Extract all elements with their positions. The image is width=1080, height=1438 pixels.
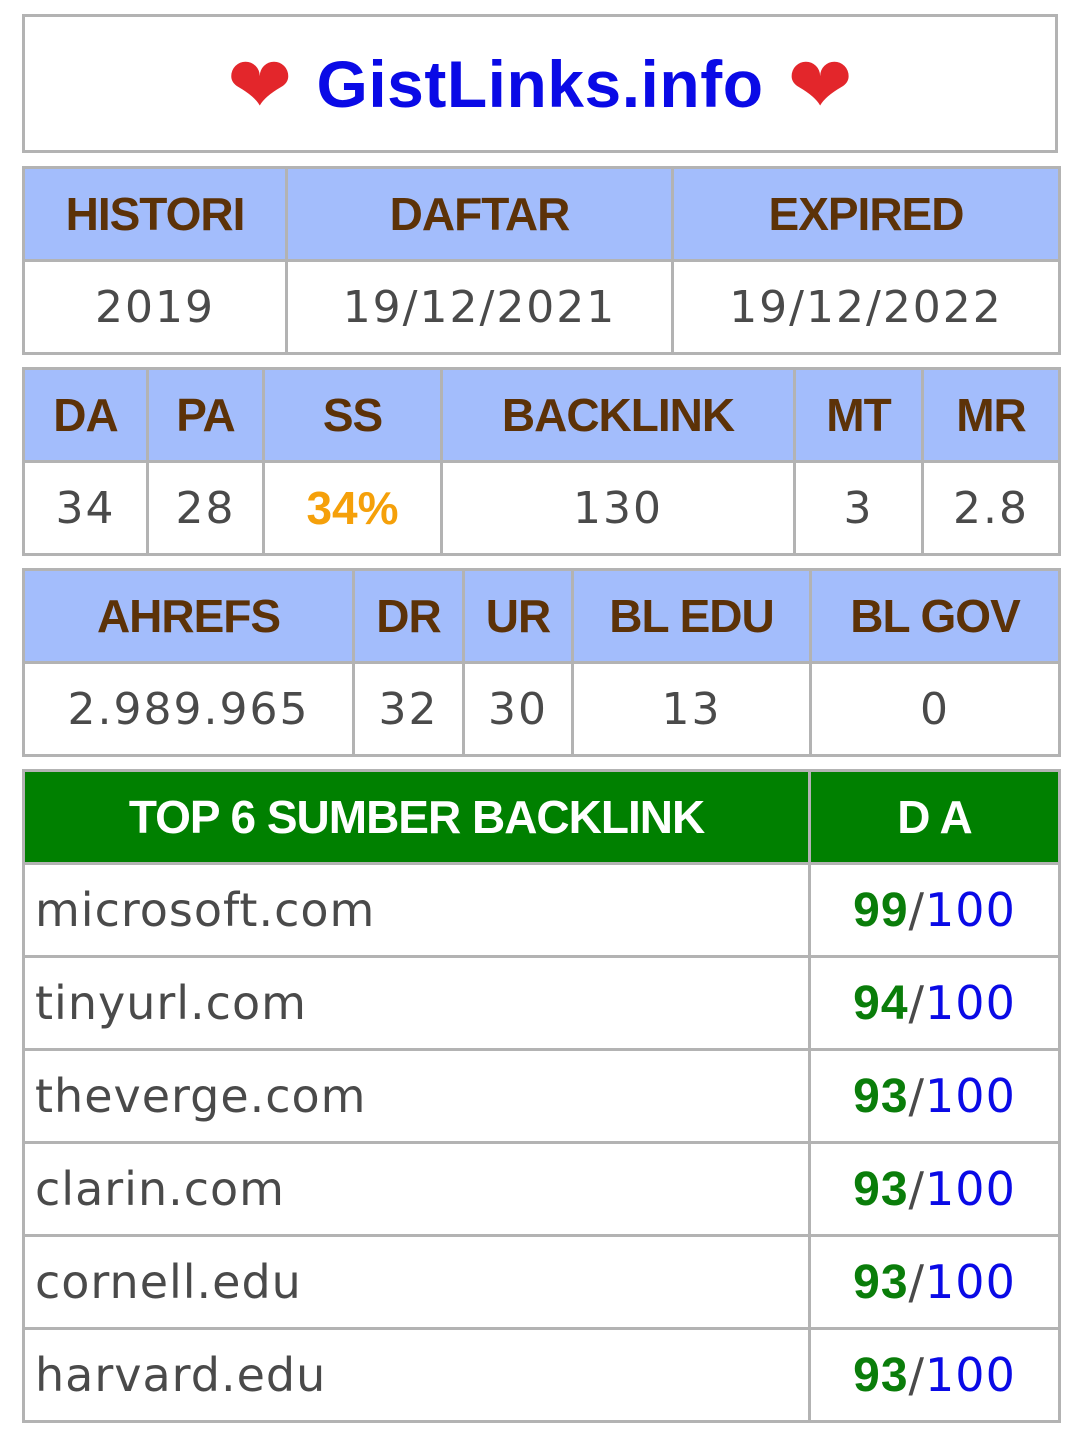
value-ahrefs: 2.989.965: [22, 661, 355, 757]
value-mt: 3: [793, 460, 924, 556]
score-separator: /: [908, 882, 926, 937]
value-histori: 2019: [22, 259, 288, 355]
table-header-row: HISTORI DAFTAR EXPIRED: [22, 166, 1061, 262]
value-bl-gov: 0: [809, 661, 1061, 757]
domain-dates-table: HISTORI DAFTAR EXPIRED 2019 19/12/2021 1…: [22, 166, 1061, 355]
score-separator: /: [908, 1254, 926, 1309]
header-bl-gov: BL GOV: [809, 568, 1061, 664]
backlink-domain[interactable]: harvard.edu: [22, 1327, 811, 1423]
ahrefs-metrics-table: AHREFS DR UR BL EDU BL GOV 2.989.965 32 …: [22, 568, 1061, 757]
value-da: 34: [22, 460, 149, 556]
value-daftar: 19/12/2021: [285, 259, 674, 355]
header-mt: MT: [793, 367, 924, 463]
score-max: 100: [925, 1161, 1016, 1216]
table-row: microsoft.com 99/100: [22, 862, 1061, 958]
table-row: cornell.edu 93/100: [22, 1234, 1061, 1330]
table-row: tinyurl.com 94/100: [22, 955, 1061, 1051]
backlink-score: 93/100: [808, 1141, 1061, 1237]
score-max: 100: [925, 975, 1016, 1030]
header-expired: EXPIRED: [671, 166, 1061, 262]
backlink-domain[interactable]: tinyurl.com: [22, 955, 811, 1051]
backlink-score: 93/100: [808, 1048, 1061, 1144]
header-mr: MR: [921, 367, 1061, 463]
top-backlinks-table: TOP 6 SUMBER BACKLINK D A microsoft.com …: [22, 769, 1061, 1423]
table-row: 34 28 34% 130 3 2.8: [22, 460, 1061, 556]
backlink-score: 93/100: [808, 1234, 1061, 1330]
header-bl-edu: BL EDU: [571, 568, 812, 664]
backlink-domain[interactable]: cornell.edu: [22, 1234, 811, 1330]
heart-icon: ❤: [227, 40, 293, 131]
value-bl-edu: 13: [571, 661, 812, 757]
table-header-row: AHREFS DR UR BL EDU BL GOV: [22, 568, 1061, 664]
header-top-sources: TOP 6 SUMBER BACKLINK: [22, 769, 811, 865]
score-separator: /: [908, 975, 926, 1030]
backlink-domain[interactable]: clarin.com: [22, 1141, 811, 1237]
score-value: 93: [853, 1255, 909, 1309]
backlink-domain[interactable]: theverge.com: [22, 1048, 811, 1144]
backlink-domain[interactable]: microsoft.com: [22, 862, 811, 958]
score-max: 100: [925, 1254, 1016, 1309]
value-backlink: 130: [440, 460, 796, 556]
table-row: 2019 19/12/2021 19/12/2022: [22, 259, 1061, 355]
header-histori: HISTORI: [22, 166, 288, 262]
header-dr: DR: [352, 568, 465, 664]
moz-metrics-table: DA PA SS BACKLINK MT MR 34 28 34% 130 3 …: [22, 367, 1061, 556]
score-value: 94: [853, 976, 909, 1030]
value-expired: 19/12/2022: [671, 259, 1061, 355]
value-ss: 34%: [262, 460, 443, 556]
backlink-score: 99/100: [808, 862, 1061, 958]
table-row: clarin.com 93/100: [22, 1141, 1061, 1237]
score-separator: /: [908, 1068, 926, 1123]
header-da: D A: [808, 769, 1061, 865]
score-value: 93: [853, 1069, 909, 1123]
site-title[interactable]: GistLinks.info: [316, 46, 763, 122]
table-row: harvard.edu 93/100: [22, 1327, 1061, 1423]
score-separator: /: [908, 1161, 926, 1216]
header-pa: PA: [146, 367, 265, 463]
score-separator: /: [908, 1347, 926, 1402]
header-da: DA: [22, 367, 149, 463]
backlink-score: 93/100: [808, 1327, 1061, 1423]
table-row: 2.989.965 32 30 13 0: [22, 661, 1061, 757]
value-mr: 2.8: [921, 460, 1061, 556]
header-backlink: BACKLINK: [440, 367, 796, 463]
heart-icon: ❤: [787, 40, 853, 131]
backlink-score: 94/100: [808, 955, 1061, 1051]
value-ur: 30: [462, 661, 574, 757]
score-max: 100: [925, 882, 1016, 937]
table-header-row: DA PA SS BACKLINK MT MR: [22, 367, 1061, 463]
table-row: theverge.com 93/100: [22, 1048, 1061, 1144]
score-value: 93: [853, 1162, 909, 1216]
score-value: 93: [853, 1348, 909, 1402]
score-max: 100: [925, 1347, 1016, 1402]
header-ur: UR: [462, 568, 574, 664]
header-daftar: DAFTAR: [285, 166, 674, 262]
header-ss: SS: [262, 367, 443, 463]
value-pa: 28: [146, 460, 265, 556]
site-title-banner: ❤ GistLinks.info ❤: [22, 14, 1058, 153]
table-header-row: TOP 6 SUMBER BACKLINK D A: [22, 769, 1061, 865]
value-dr: 32: [352, 661, 465, 757]
header-ahrefs: AHREFS: [22, 568, 355, 664]
score-max: 100: [925, 1068, 1016, 1123]
score-value: 99: [853, 883, 909, 937]
